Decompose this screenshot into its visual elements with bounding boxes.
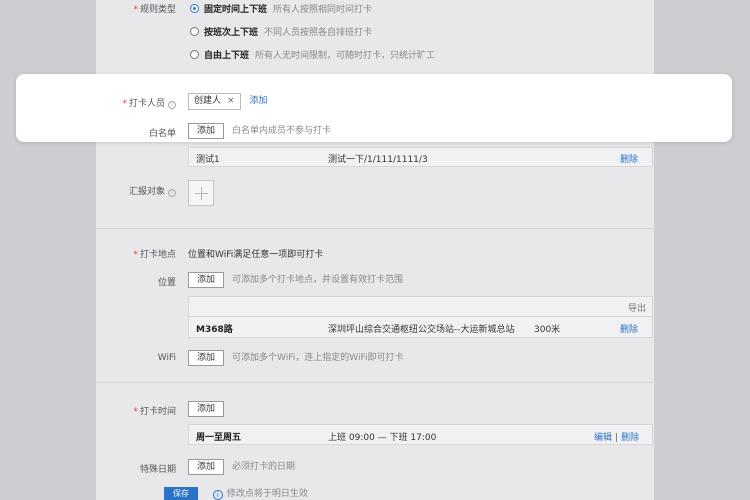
whitelist-row: 添加 白名单内成员不参与打卡 bbox=[188, 123, 331, 139]
radio-selected-icon[interactable] bbox=[190, 4, 199, 13]
add-report-to-plus-icon[interactable] bbox=[188, 180, 214, 206]
rule-type-label: 规则类型 bbox=[96, 2, 176, 15]
divider bbox=[96, 382, 654, 383]
report-to-label: 汇报对象 i bbox=[96, 184, 176, 197]
position-row: 添加 可添加多个打卡地点，并设置有效打卡范围 bbox=[188, 272, 403, 288]
position-row-range: 300米 bbox=[534, 325, 561, 335]
position-label: 位置 bbox=[157, 278, 176, 288]
whitelist-add-button[interactable]: 添加 bbox=[188, 123, 225, 139]
person-tag: 创建人 × bbox=[188, 93, 241, 110]
add-person-link[interactable]: 添加 bbox=[249, 96, 267, 106]
wifi-label: WiFi bbox=[157, 353, 176, 363]
punch-time-range: 上班 09:00 — 下班 17:00 bbox=[328, 433, 437, 443]
rule-type-option-fixed[interactable]: 固定时间上下班 所有人按照相同时间打卡 bbox=[190, 2, 372, 15]
position-row-address: 深圳坪山综合交通枢纽公交场站--大运新城总站 bbox=[328, 325, 515, 335]
special-date-label: 特殊日期 bbox=[139, 465, 176, 475]
whitelist-row-name: 测试1 bbox=[196, 155, 220, 165]
location-desc: 位置和WiFi满足任意一项即可打卡 bbox=[188, 250, 324, 260]
action-separator: | bbox=[615, 433, 619, 443]
whitelist-label: 白名单 bbox=[148, 129, 176, 139]
special-date-add-button[interactable]: 添加 bbox=[188, 459, 225, 475]
punch-people-field: 创建人 × 添加 bbox=[188, 93, 267, 110]
footer-note: i 修改点将于明日生效 bbox=[212, 489, 308, 500]
punch-time-add-button[interactable]: 添加 bbox=[188, 401, 225, 417]
info-icon: i bbox=[168, 189, 176, 197]
save-button[interactable]: 保存 bbox=[164, 487, 198, 500]
export-link[interactable]: 导出 bbox=[628, 301, 646, 314]
radio-icon[interactable] bbox=[190, 50, 199, 59]
table-divider bbox=[188, 316, 653, 317]
radio-icon[interactable] bbox=[190, 27, 199, 36]
rule-type-option-free[interactable]: 自由上下班 所有人无时间限制，可随时打卡，只统计旷工 bbox=[190, 48, 435, 61]
info-icon: i bbox=[168, 101, 176, 109]
rule-type-option-shift[interactable]: 按班次上下班 不同人员按照各自排班打卡 bbox=[190, 25, 372, 38]
delete-link[interactable]: 删除 bbox=[621, 433, 639, 443]
edit-link[interactable]: 编辑 bbox=[594, 433, 612, 443]
whitelist-row-path: 测试一下/1/111/1111/3 bbox=[328, 155, 428, 165]
special-date-row: 添加 必须打卡的日期 bbox=[188, 459, 295, 475]
divider bbox=[96, 228, 654, 229]
punch-time-actions: 编辑 | 删除 bbox=[594, 430, 639, 443]
position-row-name: M368路 bbox=[196, 325, 233, 335]
wifi-row: 添加 可添加多个WiFi，连上指定的WiFi即可打卡 bbox=[188, 350, 403, 366]
punch-time-days: 周一至周五 bbox=[196, 433, 242, 443]
punch-people-label: 打卡人员i bbox=[96, 96, 176, 109]
wifi-add-button[interactable]: 添加 bbox=[188, 350, 225, 366]
close-icon[interactable]: × bbox=[227, 96, 235, 106]
footer-row: 保存 i 修改点将于明日生效 bbox=[164, 486, 308, 500]
position-delete-link[interactable]: 删除 bbox=[620, 322, 638, 335]
whitelist-delete-link[interactable]: 删除 bbox=[620, 152, 638, 165]
position-add-button[interactable]: 添加 bbox=[188, 272, 225, 288]
punch-time-label: 打卡时间 bbox=[96, 404, 176, 417]
info-circle-icon: i bbox=[212, 490, 223, 500]
punch-time-row: 添加 bbox=[188, 401, 232, 417]
location-label: 打卡地点 bbox=[96, 247, 176, 260]
